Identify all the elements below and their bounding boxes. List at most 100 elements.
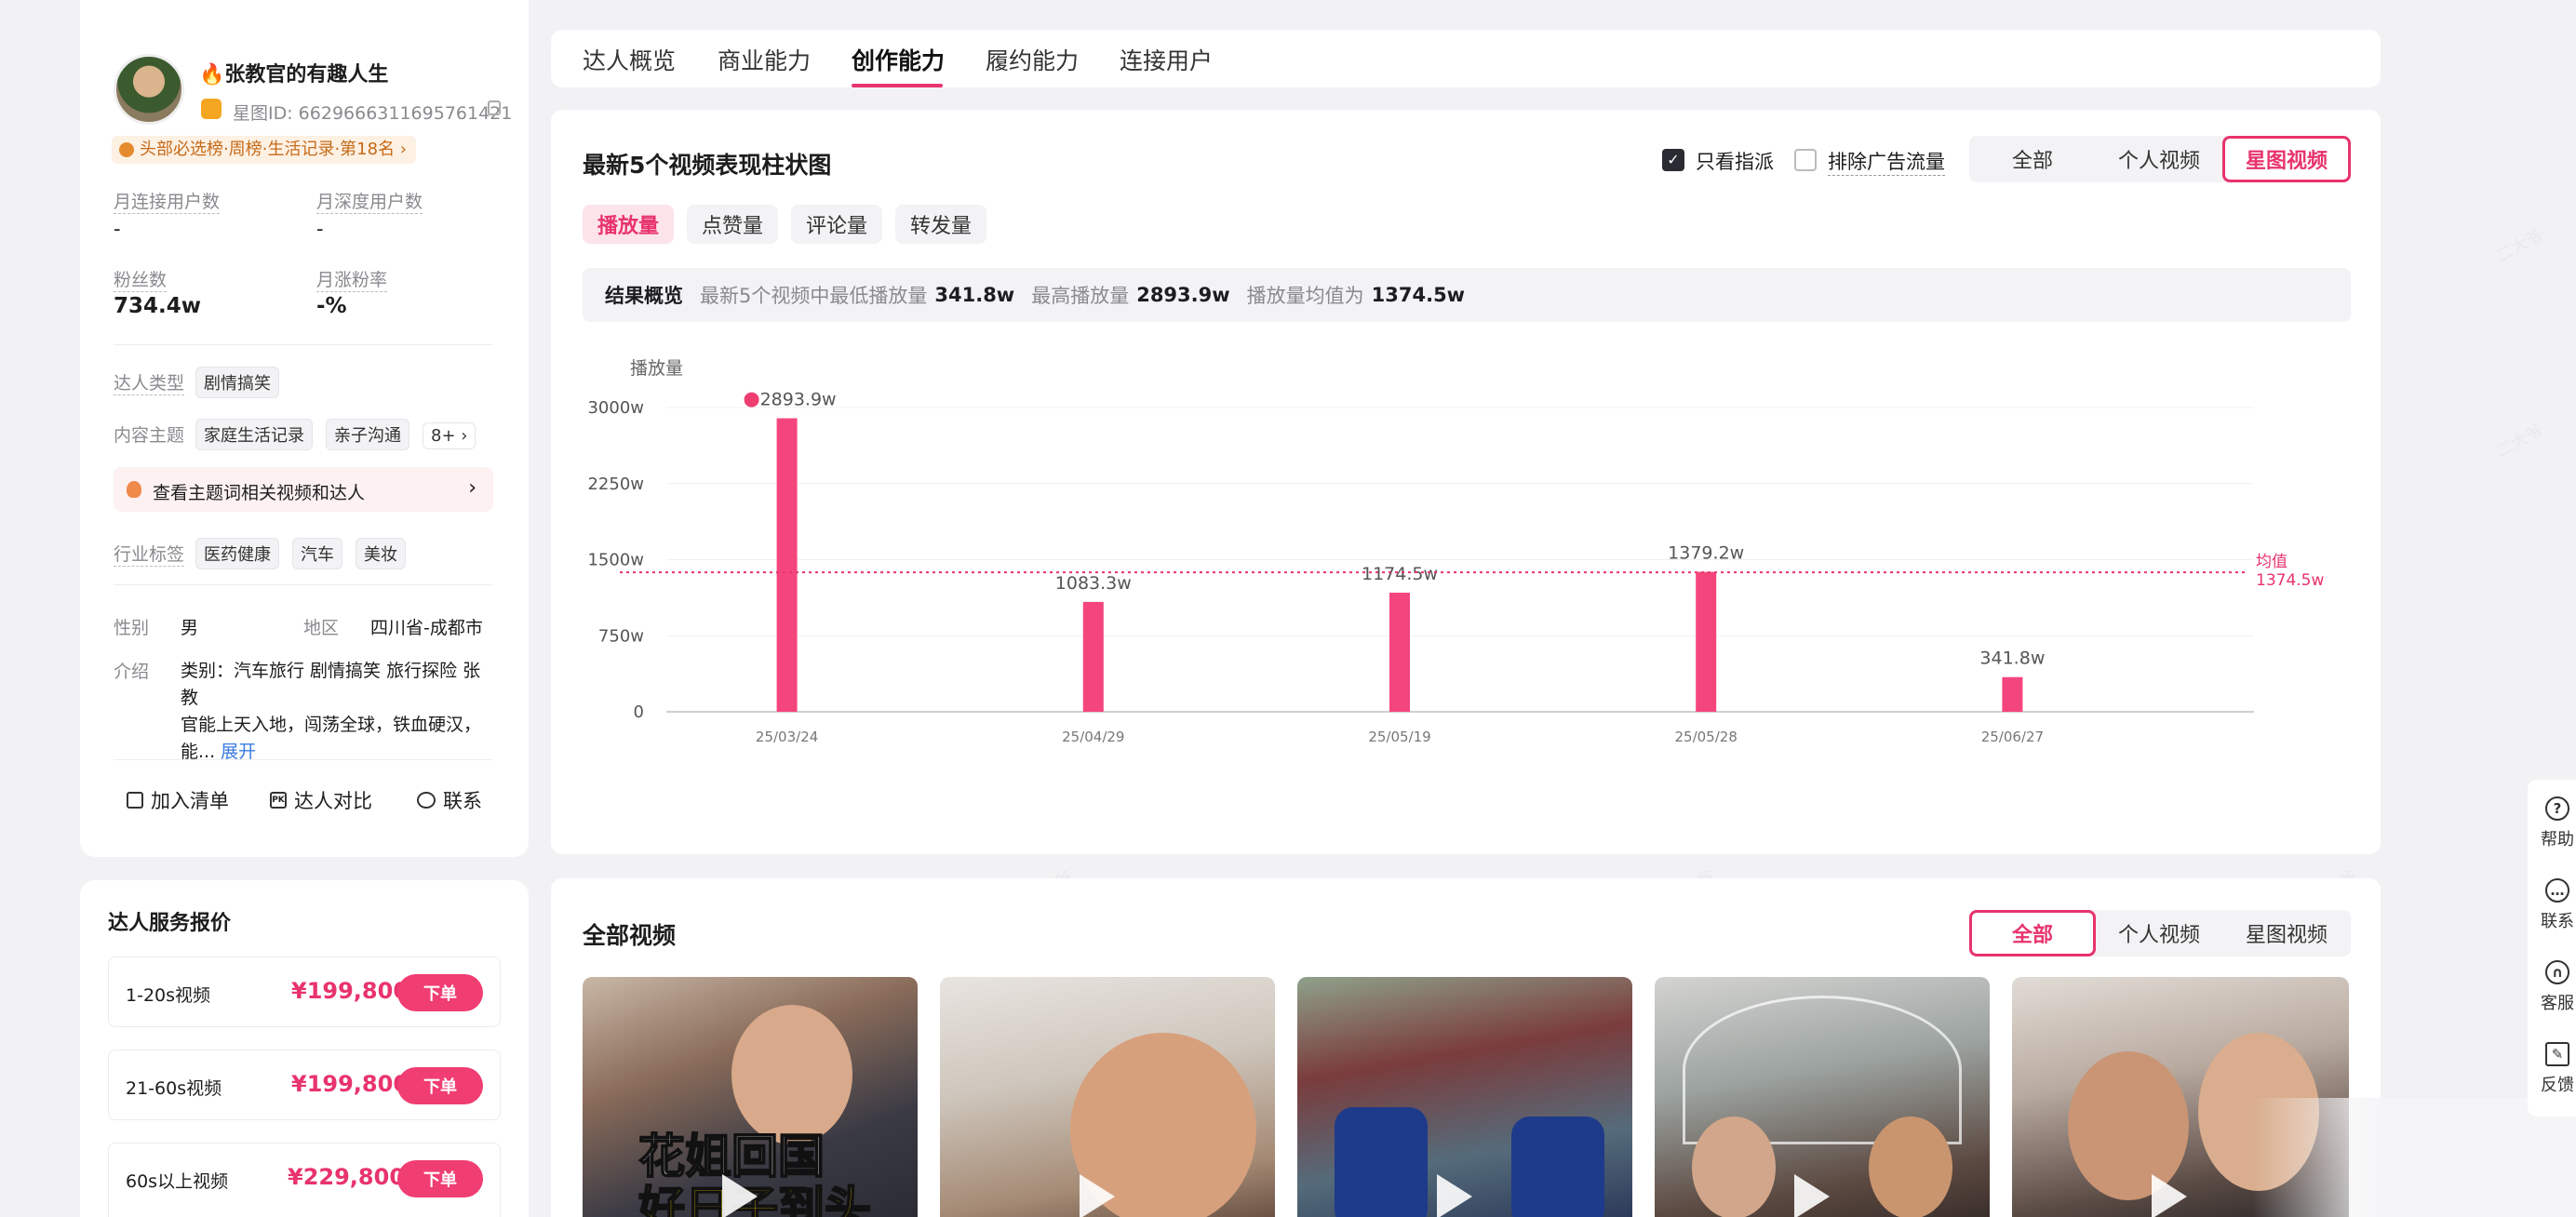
video-thumbnail[interactable] — [1655, 977, 1990, 1217]
help-tool[interactable]: ? 帮助 — [2539, 796, 2576, 850]
play-icon — [1437, 1174, 1472, 1217]
contact-button[interactable]: 联系 — [417, 786, 482, 814]
blur-overlay — [2252, 1098, 2576, 1217]
feedback-tool[interactable]: ✎ 反馈 — [2539, 1042, 2576, 1096]
bulb-icon — [127, 481, 141, 498]
avatar[interactable] — [114, 54, 184, 125]
filter-personal[interactable]: 个人视频 — [2096, 136, 2222, 182]
bar — [776, 418, 798, 712]
videos-filter-personal[interactable]: 个人视频 — [2096, 910, 2222, 956]
question-icon: ? — [2545, 796, 2569, 821]
tab-bar: 达人概览 商业能力 创作能力 履约能力 连接用户 — [551, 30, 2381, 87]
video-thumbnail[interactable] — [1297, 977, 1632, 1217]
topic-link-banner[interactable]: 查看主题词相关视频和达人 › — [114, 467, 493, 512]
topic-more-button[interactable]: 8+ › — [423, 422, 476, 449]
bar-value-label: 1083.3w — [1055, 573, 1132, 594]
y-tick-label: 0 — [634, 702, 644, 722]
help-label: 帮助 — [2541, 830, 2574, 849]
average-value: 1374.5w — [2256, 571, 2324, 590]
contact-tool[interactable]: … 联系 — [2539, 878, 2576, 932]
region-label: 地区 — [303, 618, 340, 638]
pricing-card: 达人服务报价 1-20s视频 ¥199,800 下单 21-60s视频 ¥199… — [80, 880, 529, 1217]
divider — [114, 344, 493, 345]
watermark-text: 二大爷 — [2492, 421, 2547, 462]
videos-filter-all[interactable]: 全部 — [1969, 910, 2096, 956]
headset-icon: ∩ — [2545, 960, 2569, 984]
bar-chart: 播放量0750w1500w2250w3000w2893.9w25/03/2420… — [587, 358, 2324, 742]
metric-likes[interactable]: 点赞量 — [687, 205, 778, 244]
tab-overview[interactable]: 达人概览 — [583, 43, 676, 76]
order-button[interactable]: 下单 — [397, 974, 483, 1011]
thumbnail-face — [1692, 1117, 1776, 1217]
tag: 美妆 — [356, 538, 406, 569]
intro-line: 类别：汽车旅行 剧情搞笑 旅行探险 张教 — [181, 661, 481, 708]
industry-label: 行业标签 — [114, 541, 185, 567]
checkbox-checked-icon[interactable]: ✓ — [1662, 149, 1684, 171]
summary-avg-text: 播放量均值为 — [1246, 285, 1364, 307]
thumbnail-figure — [1511, 1117, 1604, 1217]
tag: 剧情搞笑 — [195, 367, 279, 398]
service-tool[interactable]: ∩ 客服 — [2539, 960, 2576, 1014]
checkbox-empty-icon[interactable] — [1794, 149, 1817, 171]
chevron-right-icon: › — [468, 476, 476, 500]
tag: 亲子沟通 — [326, 419, 409, 450]
intro-text: 类别：汽车旅行 剧情搞笑 旅行探险 张教 官能上天入地，闯荡全球，铁血硬汉， 能… — [181, 658, 497, 766]
filter-all[interactable]: 全部 — [1969, 136, 2096, 182]
contact-tool-label: 联系 — [2541, 912, 2574, 931]
video-thumbnail[interactable]: 花姐回国 好日子到头 — [583, 977, 918, 1217]
tab-business[interactable]: 商业能力 — [718, 43, 811, 76]
type-label: 达人类型 — [114, 369, 185, 395]
average-label: 均值 — [2256, 553, 2288, 571]
tab-creation[interactable]: 创作能力 — [852, 43, 945, 76]
price-row: 1-20s视频 ¥199,800 下单 — [108, 956, 501, 1027]
metric-plays[interactable]: 播放量 — [583, 205, 674, 244]
topic-label: 内容主题 — [114, 425, 185, 446]
videos-filter-xingtu[interactable]: 星图视频 — [2222, 910, 2351, 956]
bar-value-label: 1174.5w — [1362, 564, 1438, 584]
metric-comments[interactable]: 评论量 — [791, 205, 882, 244]
price-row: 21-60s视频 ¥199,800 下单 — [108, 1050, 501, 1120]
x-tick-label: 25/06/27 — [1981, 729, 2044, 742]
bar-value-label: 2893.9w — [760, 390, 837, 410]
stat-value: - — [114, 218, 121, 240]
add-to-list-label: 加入清单 — [151, 790, 229, 812]
price-value: ¥199,800 — [291, 978, 409, 1004]
stat-label: 粉丝数 — [114, 266, 168, 292]
rank-badge[interactable]: 头部必选榜·周榜·生活记录·第18名 › — [112, 136, 416, 164]
filter-xingtu[interactable]: 星图视频 — [2222, 136, 2351, 182]
industry-tags: 医药健康 汽车 美妆 — [195, 538, 419, 569]
price-name: 1-20s视频 — [126, 985, 211, 1006]
metric-shares[interactable]: 转发量 — [895, 205, 986, 244]
divider — [114, 759, 493, 760]
y-axis-label: 播放量 — [630, 358, 683, 379]
tab-fulfillment[interactable]: 履约能力 — [986, 43, 1079, 76]
add-to-list-button[interactable]: 加入清单 — [127, 786, 229, 814]
x-tick-label: 25/05/28 — [1675, 729, 1737, 742]
gender-value: 男 — [181, 618, 199, 638]
thumbnail-figure — [1335, 1107, 1428, 1217]
active-tab-indicator — [852, 84, 943, 87]
y-tick-label: 2250w — [587, 475, 644, 494]
stat-label: 月深度用户数 — [316, 188, 423, 214]
bar — [1389, 592, 1410, 712]
chart-card: 最新5个视频表现柱状图 ✓ 只看指派 排除广告流量 全部 个人视频 星图视频 播… — [551, 110, 2381, 854]
video-thumbnail[interactable] — [940, 977, 1275, 1217]
profile-name: 🔥张教官的有趣人生 — [199, 63, 389, 87]
service-label: 客服 — [2541, 994, 2574, 1013]
compare-button[interactable]: PK 达人对比 — [270, 786, 372, 814]
bar — [1696, 571, 1717, 712]
bar-value-label: 341.8w — [1979, 649, 2045, 669]
only-assigned-label: 只看指派 — [1696, 151, 1774, 173]
order-button[interactable]: 下单 — [397, 1067, 483, 1104]
thumbnail-face — [1869, 1117, 1952, 1217]
play-icon — [1794, 1174, 1830, 1217]
order-button[interactable]: 下单 — [397, 1160, 483, 1197]
play-icon — [722, 1174, 758, 1217]
chat-bubble-icon: … — [2545, 878, 2569, 903]
compare-label: 达人对比 — [294, 790, 372, 812]
chat-icon — [417, 792, 436, 809]
copy-icon[interactable] — [488, 100, 501, 115]
xingtu-icon — [201, 99, 221, 119]
summary-min-text: 最新5个视频中最低播放量 — [700, 285, 928, 307]
tab-connect-users[interactable]: 连接用户 — [1120, 43, 1213, 76]
